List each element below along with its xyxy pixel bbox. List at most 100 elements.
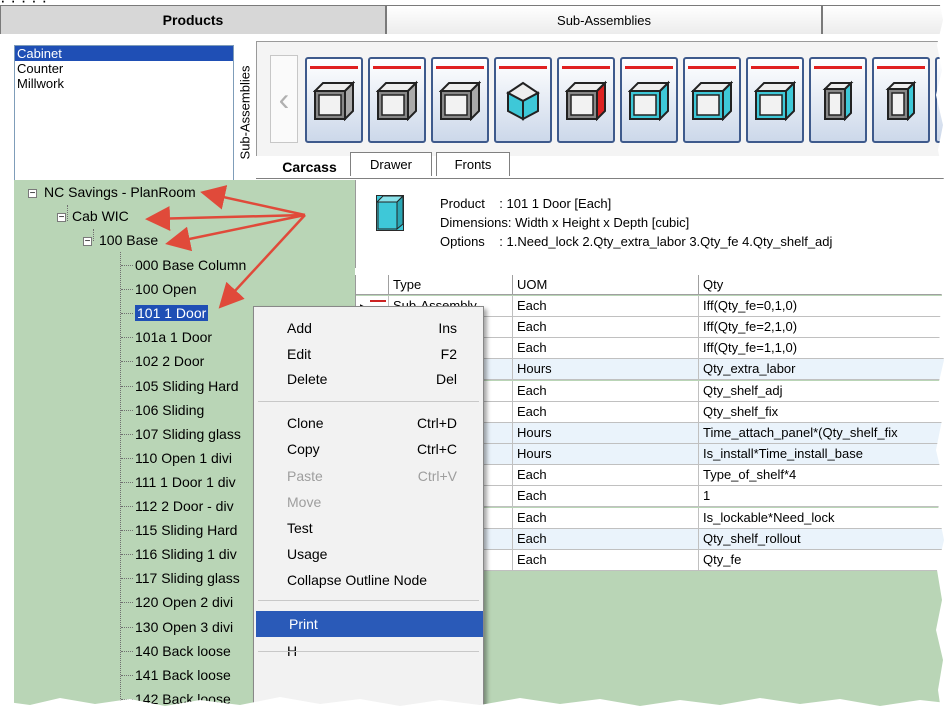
menu-item-label: Delete <box>287 371 328 387</box>
vertical-label-text: Sub-Assemblies <box>237 65 253 160</box>
tree-item[interactable]: 112 2 Door - div <box>135 496 234 516</box>
cabinet-box-icon[interactable] <box>431 57 489 143</box>
tree-item[interactable]: 111 1 Door 1 div <box>135 472 236 492</box>
cabinet-cyan-icon[interactable] <box>683 57 741 143</box>
category-item-millwork[interactable]: Millwork <box>15 76 233 91</box>
menu-item-shortcut: F2 <box>440 346 457 362</box>
grid-header-qty[interactable]: Qty <box>699 275 947 295</box>
tree-item[interactable]: 120 Open 2 divi <box>135 592 233 612</box>
collapse-toggle-icon[interactable]: − <box>83 237 92 247</box>
menu-item-label: Add <box>287 320 312 336</box>
qty-cell: Is_lockable*Need_lock <box>699 508 947 529</box>
tree-connector <box>121 458 133 459</box>
tree-item[interactable]: 140 Back loose <box>135 641 231 661</box>
tree-item-label: 107 Sliding glass <box>135 426 241 442</box>
qty-cell: Qty_shelf_rollout <box>699 529 947 550</box>
menu-item-move[interactable]: Move <box>254 489 483 515</box>
tab-drawer[interactable]: Drawer <box>350 152 432 176</box>
menu-item-print[interactable]: Print <box>256 611 483 637</box>
qty-cell: Iff(Qty_fe=2,1,0) <box>699 317 947 338</box>
tree-connector <box>121 651 133 652</box>
tree-item[interactable]: 100 Open <box>135 279 197 299</box>
tab-products-label: Products <box>162 12 224 28</box>
tree-item-label: 140 Back loose <box>135 643 231 659</box>
grid-header-type[interactable]: Type <box>389 275 513 295</box>
tree-item[interactable]: 115 Sliding Hard <box>135 520 237 540</box>
menu-item-shortcut: Ins <box>438 320 457 336</box>
cabinet-cyan-icon[interactable] <box>746 57 804 143</box>
collapse-toggle-icon[interactable]: − <box>28 189 37 199</box>
tree-node-group[interactable]: Cab WIC <box>72 206 129 226</box>
tree-item[interactable]: 000 Base Column <box>135 255 246 275</box>
qty-cell: Iff(Qty_fe=1,1,0) <box>699 338 947 359</box>
uom-cell: Each <box>513 465 699 486</box>
uom-cell: Hours <box>513 423 699 444</box>
menu-item-shortcut: Ctrl+D <box>416 415 457 431</box>
menu-item-test[interactable]: Test <box>254 515 483 541</box>
tree-item[interactable]: 102 2 Door <box>135 351 204 371</box>
menu-item-shortcut: Ctrl+V <box>417 468 457 484</box>
tab-drawer-label: Drawer <box>370 157 412 172</box>
tree-connector <box>121 337 133 338</box>
tree-item[interactable]: 107 Sliding glass <box>135 424 241 444</box>
menu-item-delete[interactable]: Delete Del <box>254 366 483 392</box>
dimensions-value: Width x Height x Depth [cubic] <box>515 215 690 230</box>
grid-header-indicator <box>356 275 389 295</box>
cabinet-door-red-icon[interactable] <box>557 57 615 143</box>
uom-cell: Hours <box>513 359 699 380</box>
tree-item[interactable]: 101a 1 Door <box>135 327 212 347</box>
cabinet-box-icon[interactable] <box>305 57 363 143</box>
menu-item-copy[interactable]: Copy Ctrl+C <box>254 436 483 462</box>
menu-item-add[interactable]: Add Ins <box>254 315 483 341</box>
tree-item[interactable]: 130 Open 3 divi <box>135 617 233 637</box>
menu-item-paste[interactable]: Paste Ctrl+V <box>254 463 483 489</box>
menu-item-usage[interactable]: Usage <box>254 541 483 567</box>
tree-item-label: 141 Back loose <box>135 667 231 683</box>
tree-item[interactable]: 116 Sliding 1 div <box>135 544 237 564</box>
tree-item[interactable]: 101 1 Door <box>135 303 209 323</box>
category-list[interactable]: Cabinet Counter Millwork <box>14 45 234 185</box>
tall-cabinet-icon[interactable] <box>809 57 867 143</box>
tree-item[interactable]: 110 Open 1 divi <box>135 448 232 468</box>
uom-cell: Hours <box>513 444 699 465</box>
category-item-counter[interactable]: Counter <box>15 61 233 76</box>
scroll-left-button[interactable]: ‹ <box>270 55 298 143</box>
tree-node-root[interactable]: NC Savings - PlanRoom <box>44 182 196 202</box>
qty-cell: 1 <box>699 486 947 507</box>
tab-products[interactable]: Products <box>0 5 386 34</box>
uom-cell: Each <box>513 486 699 507</box>
tall-cabinet-icon[interactable] <box>872 57 930 143</box>
tab-carcass[interactable]: Carcass <box>272 156 347 178</box>
corner-cabinet-icon[interactable] <box>494 57 552 143</box>
tree-node-subgroup[interactable]: 100 Base <box>99 230 158 250</box>
menu-item-clone[interactable]: Clone Ctrl+D <box>254 410 483 436</box>
tree-item[interactable]: 117 Sliding glass <box>135 568 240 588</box>
qty-cell: Type_of_shelf*4 <box>699 465 947 486</box>
collapse-toggle-icon[interactable]: − <box>57 213 66 223</box>
tab-sub-assemblies[interactable]: Sub-Assemblies <box>386 5 822 34</box>
tree-item[interactable]: 105 Sliding Hard <box>135 376 239 396</box>
tree-item-label: 110 Open 1 divi <box>135 450 233 466</box>
tree-item-label: 111 1 Door 1 div <box>135 474 236 490</box>
tree-connector <box>121 361 133 362</box>
dimensions-label: Dimensions: <box>440 215 512 230</box>
cabinet-cyan-icon[interactable] <box>620 57 678 143</box>
qty-cell: Qty_fe <box>699 550 947 571</box>
tree-item[interactable]: 106 Sliding <box>135 400 204 420</box>
qty-cell: Time_attach_panel*(Qty_shelf_fix <box>699 423 947 444</box>
tree-connector <box>121 675 133 676</box>
menu-item-collapse-outline-node[interactable]: Collapse Outline Node <box>254 567 483 593</box>
menu-item-edit[interactable]: Edit F2 <box>254 341 483 367</box>
qty-cell: Is_install*Time_install_base <box>699 444 947 465</box>
tab-sub-assemblies-label: Sub-Assemblies <box>557 12 651 28</box>
context-menu[interactable]: Add Ins Edit F2 Delete Del Clone Ctrl+D Copy Ctrl… <box>253 306 484 711</box>
tab-fronts[interactable]: Fronts <box>436 152 510 176</box>
tree-item-label: 000 Base Column <box>135 257 247 273</box>
tree-connector <box>121 410 133 411</box>
tree-item-label: 102 2 Door <box>135 353 205 369</box>
grid-header-uom[interactable]: UOM <box>513 275 699 295</box>
tab-additional[interactable] <box>822 5 947 34</box>
tree-item[interactable]: 141 Back loose <box>135 665 231 685</box>
cabinet-box-icon[interactable] <box>368 57 426 143</box>
category-item-cabinet[interactable]: Cabinet <box>15 46 233 61</box>
